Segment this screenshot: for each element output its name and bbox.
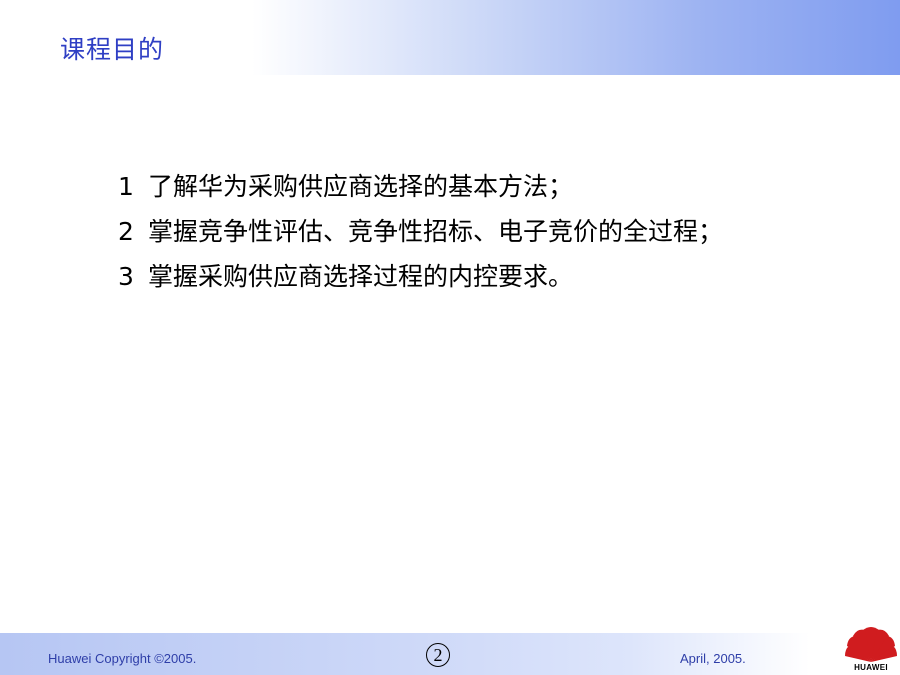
huawei-logo: HUAWEI [844,622,898,675]
logo-text: HUAWEI [854,663,888,672]
objectives-list: 1 了解华为采购供应商选择的基本方法； 2 掌握竞争性评估、竞争性招标、电子竞价的全… [118,164,723,299]
objective-item: 1 了解华为采购供应商选择的基本方法； [118,164,723,209]
objective-item: 2 掌握竞争性评估、竞争性招标、电子竞价的全过程； [118,209,723,254]
objective-text: 掌握采购供应商选择过程的内控要求。 [148,262,574,291]
objective-number: 2 [118,217,134,246]
objective-text: 掌握竞争性评估、竞争性招标、电子竞价的全过程； [148,217,724,246]
objective-text: 了解华为采购供应商选择的基本方法； [148,172,574,201]
slide-title: 课程目的 [60,35,165,64]
objective-item: 3 掌握采购供应商选择过程的内控要求。 [118,254,723,299]
objective-number: 3 [118,262,134,291]
page-number: 2 [426,643,450,667]
date-text: April, 2005. [680,651,746,666]
copyright-text: Huawei Copyright ©2005. [48,651,197,666]
huawei-flower-icon [845,627,897,662]
objective-number: 1 [118,172,134,201]
